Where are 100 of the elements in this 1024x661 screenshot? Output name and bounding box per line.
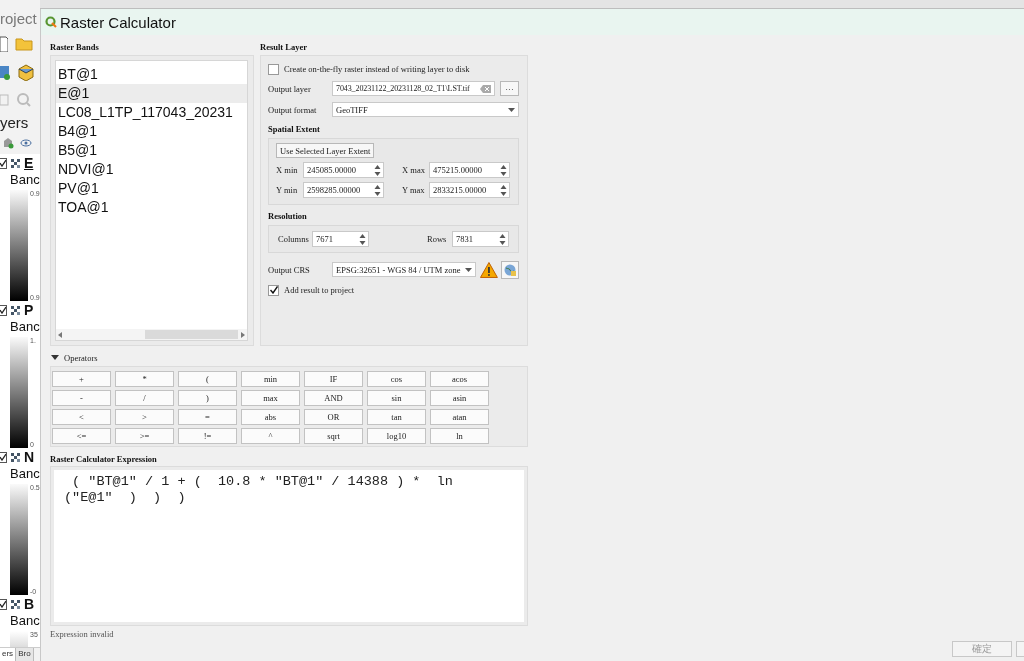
field-label: Output CRS (268, 264, 311, 275)
cube-icon (17, 63, 35, 81)
spin-box[interactable]: 7831 (452, 231, 509, 247)
field-label: Output layer (268, 83, 312, 94)
operator-button[interactable]: - (52, 390, 111, 406)
operator-button[interactable]: != (178, 428, 237, 444)
operator-button[interactable]: OR (304, 409, 363, 425)
layer-checkbox[interactable] (0, 598, 7, 610)
operator-button[interactable]: asin (430, 390, 489, 406)
raster-icon (11, 158, 20, 168)
spin-box[interactable]: 245085.00000 (303, 162, 384, 178)
field-label: Y max (402, 185, 426, 195)
checkbox[interactable] (268, 284, 279, 296)
field-label: X max (402, 165, 426, 175)
layer-checkbox[interactable] (0, 451, 7, 463)
app-logo-icon (45, 16, 57, 28)
section-label: Spatial Extent (268, 124, 321, 134)
operator-button[interactable]: IF (304, 371, 363, 387)
layer-checkbox[interactable] (0, 157, 7, 169)
field-label: Rows (427, 234, 448, 244)
layer-checkbox[interactable] (0, 304, 7, 316)
panel-title: yers (0, 114, 30, 132)
scroll-left-icon (58, 331, 63, 338)
window-title: Raster Calculator (60, 13, 176, 31)
expression-field[interactable]: ( "BT@1" / 1 + ( 10.8 * "BT@1" / 14388 ) * ln ("E@1" ) ) ) (54, 470, 524, 622)
field-label: X min (276, 165, 299, 175)
band-label: Banc (9, 613, 40, 630)
use-layer-extent-button[interactable]: Use Selected Layer Extent (276, 143, 375, 158)
spin-box[interactable]: 475215.00000 (429, 162, 510, 178)
operator-button[interactable]: max (241, 390, 300, 406)
operator-button[interactable]: >= (115, 428, 174, 444)
band-item[interactable]: B5@1 (56, 141, 247, 160)
operator-button[interactable]: abs (241, 409, 300, 425)
panel-tab[interactable]: Bro (16, 648, 34, 661)
operator-button[interactable]: > (115, 409, 174, 425)
select-crs-button[interactable] (501, 260, 519, 279)
check-icon (0, 159, 6, 167)
check-icon (269, 286, 278, 294)
operator-button[interactable]: AND (304, 390, 363, 406)
field-label: Output format (268, 104, 318, 115)
crs-dropdown[interactable]: EPSG:32651 - WGS 84 / UTM zone (332, 262, 477, 277)
spin-arrows-icon (500, 184, 507, 196)
operator-button[interactable]: sqrt (304, 428, 363, 444)
operator-button[interactable]: cos (367, 371, 426, 387)
band-item[interactable]: PV@1 (56, 179, 247, 198)
operator-button[interactable]: + (52, 371, 111, 387)
band-item[interactable]: B4@1 (56, 122, 247, 141)
horizontal-scrollbar[interactable] (56, 329, 247, 340)
spin-arrows-icon (374, 184, 381, 196)
color-ramp (10, 631, 28, 647)
band-item[interactable]: NDVI@1 (56, 160, 247, 179)
scrollbar-thumb[interactable] (145, 330, 238, 339)
operator-button[interactable]: atan (430, 409, 489, 425)
operator-button[interactable]: tan (367, 409, 426, 425)
section-label: Result Layer (260, 42, 308, 54)
operator-button[interactable]: acos (430, 371, 489, 387)
operator-button[interactable]: * (115, 371, 174, 387)
operator-button[interactable]: ( (178, 371, 237, 387)
band-label: Banc (9, 466, 40, 483)
spin-box[interactable]: 7671 (312, 231, 369, 247)
band-label: Banc (9, 319, 40, 336)
operator-button[interactable]: < (52, 409, 111, 425)
operator-button[interactable]: = (178, 409, 237, 425)
warning-icon (480, 261, 499, 278)
operator-button[interactable]: ) (178, 390, 237, 406)
operator-button[interactable]: <= (52, 428, 111, 444)
operator-button[interactable]: ln (430, 428, 489, 444)
dropdown-arrow-icon (465, 267, 473, 272)
output-layer-field[interactable]: 7043_20231122_20231128_02_T1\LST.tif (332, 81, 495, 96)
database-icon (0, 64, 10, 80)
panel-tab[interactable]: ers (0, 648, 17, 661)
band-item[interactable]: BT@1 (56, 65, 247, 84)
spin-arrows-icon (500, 164, 507, 176)
search-icon (17, 92, 31, 108)
new-file-icon (0, 36, 8, 52)
layer-name[interactable]: N (24, 449, 35, 465)
checkbox[interactable] (268, 63, 279, 75)
scroll-right-icon (240, 331, 245, 338)
layer-name[interactable]: P (24, 302, 34, 318)
layer-name[interactable]: B (24, 596, 35, 612)
browse-button[interactable]: ··· (500, 81, 519, 96)
add-layer-icon (2, 137, 14, 149)
spin-box[interactable]: 2833215.00000 (429, 182, 510, 198)
output-format-dropdown[interactable]: GeoTIFF (332, 102, 519, 117)
field-label: Y min (276, 185, 299, 195)
band-item[interactable]: TOA@1 (56, 198, 247, 217)
layer-name[interactable]: E (24, 155, 34, 171)
operator-button[interactable]: sin (367, 390, 426, 406)
operator-button[interactable]: min (241, 371, 300, 387)
section-label: Raster Bands (50, 42, 100, 54)
raster-icon (11, 305, 20, 315)
band-item[interactable]: E@1 (56, 84, 247, 103)
operator-button[interactable]: log10 (367, 428, 426, 444)
spin-box[interactable]: 2598285.00000 (303, 182, 384, 198)
clear-icon (480, 84, 491, 93)
operator-button[interactable]: ^ (241, 428, 300, 444)
field-label: Columns (278, 234, 310, 244)
band-item[interactable]: LC08_L1TP_117043_20231 (56, 103, 247, 122)
status-message: Expression invalid (50, 629, 115, 639)
operator-button[interactable]: / (115, 390, 174, 406)
